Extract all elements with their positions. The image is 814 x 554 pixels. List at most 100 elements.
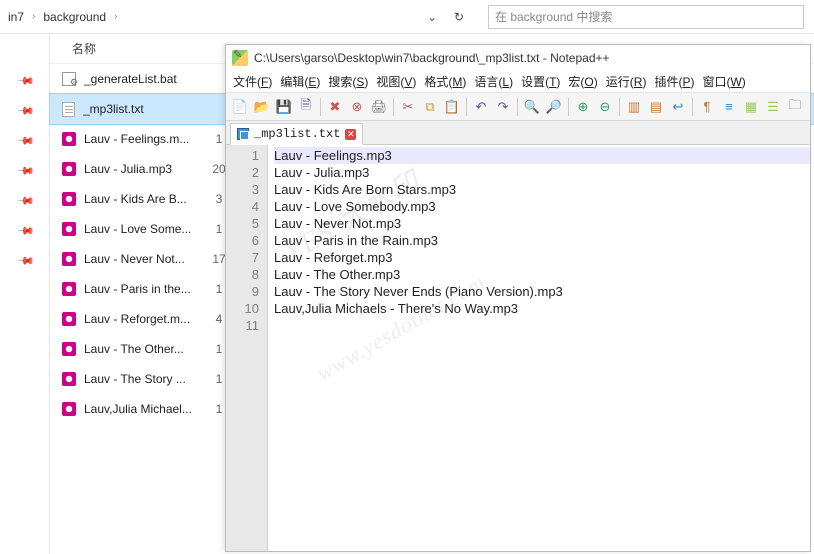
crumb-0[interactable]: in7 [4,6,28,28]
pin-icon[interactable]: 📌 [13,191,36,214]
close-all-icon[interactable]: ⊗ [347,97,367,117]
line-number: 4 [226,198,259,215]
editor-area[interactable]: 1234567891011 Lauv - Feelings.mp3Lauv - … [226,145,810,551]
menu-item[interactable]: 搜索(S) [325,71,371,92]
paste-icon[interactable]: 📋 [442,97,462,117]
code-line: Lauv - Paris in the Rain.mp3 [274,232,810,249]
open-file-icon[interactable]: 📂 [252,97,272,117]
toolbar-separator [393,98,394,116]
code-line: Lauv - Reforget.mp3 [274,249,810,266]
replace-icon[interactable]: 🔎 [544,97,564,117]
menu-item[interactable]: 编辑(E) [277,71,323,92]
mp3-file-icon [62,312,76,326]
pin-icon[interactable]: 📌 [13,251,36,274]
code-line: Lauv - Feelings.mp3 [274,147,810,164]
folder-tree-icon[interactable]: 🗀 [785,97,805,117]
mp3-file-icon [62,282,76,296]
menu-item[interactable]: 视图(V) [373,71,419,92]
line-number-gutter: 1234567891011 [226,145,268,551]
sync-h-icon[interactable]: ▤ [646,97,666,117]
show-all-icon[interactable]: ¶ [697,97,717,117]
crumb-1[interactable]: background [39,6,110,28]
saved-doc-icon [237,128,249,140]
pin-icon[interactable]: 📌 [13,161,36,184]
line-number: 5 [226,215,259,232]
file-name: Lauv - The Other... [84,342,204,356]
menu-item[interactable]: 文件(F) [230,71,275,92]
mp3-file-icon [62,342,76,356]
refresh-icon[interactable]: ↻ [444,10,474,24]
bat-file-icon [62,72,76,86]
save-all-icon[interactable]: 🗎 [296,97,316,117]
file-name: _mp3list.txt [83,102,203,116]
search-placeholder: 在 background 中搜索 [495,8,612,25]
code-line: Lauv - The Other.mp3 [274,266,810,283]
search-input[interactable]: 在 background 中搜索 [488,5,804,29]
notepadpp-window: C:\Users\garso\Desktop\win7\background\_… [225,44,811,552]
close-icon[interactable]: ✖ [325,97,345,117]
line-number: 7 [226,249,259,266]
save-icon[interactable]: 💾 [274,97,294,117]
toolbar-separator [320,98,321,116]
redo-icon[interactable]: ↷ [493,97,513,117]
print-icon[interactable]: 🖨 [369,97,389,117]
file-name: Lauv - Never Not... [84,252,204,266]
doc-map-icon[interactable]: ▦ [741,97,761,117]
code-line: Lauv - The Story Never Ends (Piano Versi… [274,283,810,300]
document-tab[interactable]: _mp3list.txt ✕ [230,123,363,145]
quick-access-pane: 📌 📌 📌 📌 📌 📌 📌 [0,34,50,554]
toolbar-separator [692,98,693,116]
line-number: 1 [226,147,259,164]
code-line: Lauv - Kids Are Born Stars.mp3 [274,181,810,198]
code-content[interactable]: Lauv - Feelings.mp3Lauv - Julia.mp3Lauv … [268,145,810,551]
menu-item[interactable]: 语言(L) [471,71,516,92]
line-number: 10 [226,300,259,317]
line-number: 2 [226,164,259,181]
code-line: Lauv,Julia Michaels - There's No Way.mp3 [274,300,810,317]
code-line: Lauv - Julia.mp3 [274,164,810,181]
wrap-icon[interactable]: ↩ [668,97,688,117]
menu-item[interactable]: 设置(T) [518,71,563,92]
zoom-out-icon[interactable]: ⊖ [595,97,615,117]
undo-icon[interactable]: ↶ [471,97,491,117]
zoom-in-icon[interactable]: ⊕ [573,97,593,117]
notepadpp-app-icon [232,50,248,66]
file-name: Lauv - Julia.mp3 [84,162,204,176]
toolbar[interactable]: 📄📂💾🗎 ✖⊗🖨 ✂⧉📋 ↶↷ 🔍🔎 ⊕⊖ ▥▤↩ ¶≡▦☰🗀 [226,93,810,121]
title-bar[interactable]: C:\Users\garso\Desktop\win7\background\_… [226,45,810,71]
menu-item[interactable]: 窗口(W) [699,71,748,92]
pin-icon[interactable]: 📌 [13,221,36,244]
menu-item[interactable]: 插件(P) [651,71,697,92]
file-name: Lauv - Feelings.m... [84,132,204,146]
cut-icon[interactable]: ✂ [398,97,418,117]
new-file-icon[interactable]: 📄 [230,97,250,117]
file-name: Lauv - Paris in the... [84,282,204,296]
indent-guide-icon[interactable]: ≡ [719,97,739,117]
mp3-file-icon [62,222,76,236]
line-number: 8 [226,266,259,283]
file-name: Lauv - Kids Are B... [84,192,204,206]
find-icon[interactable]: 🔍 [522,97,542,117]
copy-icon[interactable]: ⧉ [420,97,440,117]
sync-v-icon[interactable]: ▥ [624,97,644,117]
menu-item[interactable]: 格式(M) [421,71,469,92]
menu-item[interactable]: 运行(R) [603,71,650,92]
toolbar-separator [517,98,518,116]
toolbar-separator [619,98,620,116]
toolbar-separator [466,98,467,116]
pin-icon[interactable]: 📌 [13,71,36,94]
code-line: Lauv - Love Somebody.mp3 [274,198,810,215]
address-dropdown-icon[interactable]: ⌄ [420,10,444,24]
menu-bar[interactable]: 文件(F)编辑(E)搜索(S)视图(V)格式(M)语言(L)设置(T)宏(O)运… [226,71,810,93]
pin-icon[interactable]: 📌 [13,101,36,124]
menu-item[interactable]: 宏(O) [565,71,600,92]
breadcrumb[interactable]: in7 › background › [0,0,420,33]
chevron-right-icon: › [110,11,121,22]
file-name: Lauv,Julia Michael... [84,402,204,416]
func-list-icon[interactable]: ☰ [763,97,783,117]
pin-icon[interactable]: 📌 [13,131,36,154]
toolbar-separator [568,98,569,116]
chevron-right-icon: › [28,11,39,22]
tab-bar[interactable]: _mp3list.txt ✕ [226,121,810,145]
tab-close-icon[interactable]: ✕ [345,129,356,140]
